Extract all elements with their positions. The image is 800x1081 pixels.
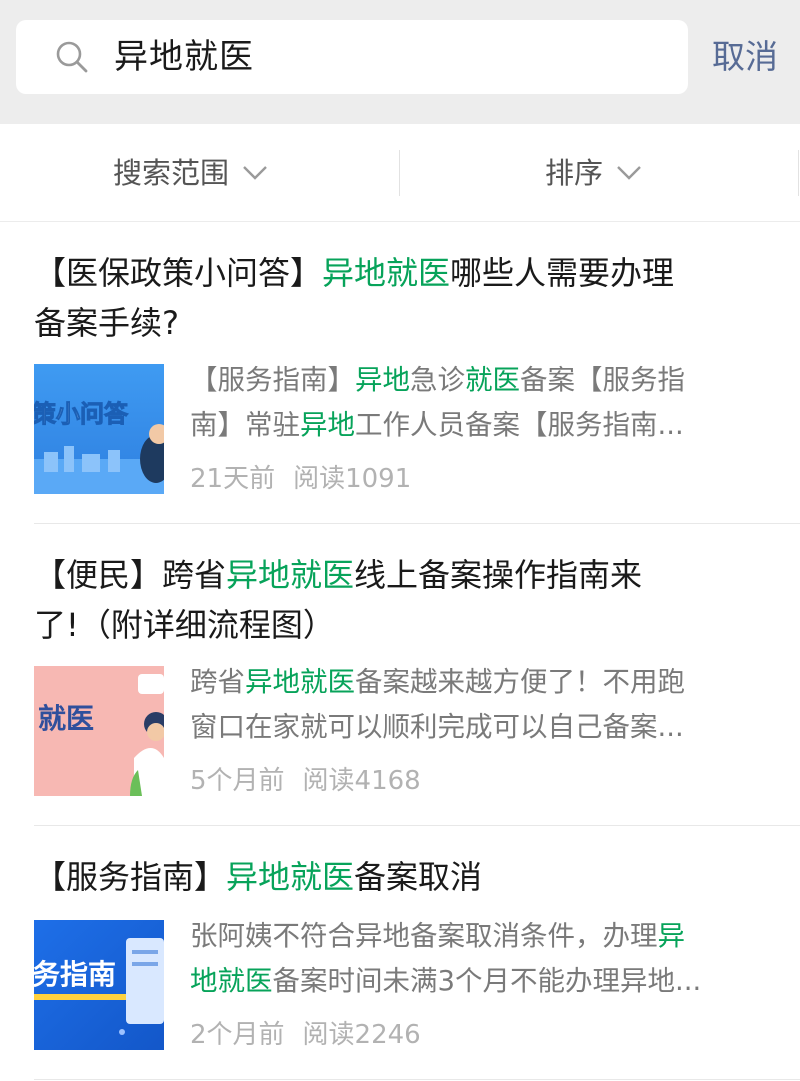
text-segment: 备案【服务指 xyxy=(520,364,685,396)
text-segment: 线上备案操作指南来 xyxy=(354,556,643,594)
text-segment: 备案时间未满3个月不能办理异地... xyxy=(272,965,702,997)
text-line: 【服务指南】异地急诊就医备案【服务指 xyxy=(190,358,762,403)
search-input[interactable]: 异地就医 xyxy=(16,20,688,94)
highlight-keyword: 异地就医 xyxy=(245,666,355,698)
highlight-keyword: 异地就医 xyxy=(322,254,451,292)
result-thumbnail: 就医 xyxy=(34,666,164,796)
text-segment: 【服务指南】 xyxy=(34,858,227,896)
search-query[interactable]: 异地就医 xyxy=(114,20,254,94)
result-reads: 阅读2246 xyxy=(302,1020,421,1050)
chevron-down-icon xyxy=(617,166,641,180)
text-line: 【便民】跨省异地就医线上备案操作指南来 xyxy=(34,550,764,600)
text-segment: 【便民】跨省 xyxy=(34,556,227,594)
text-line: 跨省异地就医备案越来越方便了！不用跑 xyxy=(190,660,762,705)
result-time: 5个月前 xyxy=(190,766,285,796)
result-reads: 阅读1091 xyxy=(293,464,412,494)
result-snippet: 张阿姨不符合异地备案取消条件，办理异 地就医备案时间未满3个月不能办理异地... xyxy=(190,914,762,1004)
result-meta: 2个月前 阅读2246 xyxy=(190,1014,439,1051)
search-result-item[interactable]: 【医保政策小问答】异地就医哪些人需要办理 备案手续? 策小问答 【服务指南】异地… xyxy=(0,222,800,524)
search-result-item[interactable]: 【服务指南】异地就医备案取消 务指南 张阿姨不符合异地备案取消条件，办理异 地就… xyxy=(0,826,800,1081)
search-header: 异地就医 取消 xyxy=(0,0,800,124)
text-line: 张阿姨不符合异地备案取消条件，办理异 xyxy=(190,914,762,959)
result-snippet: 【服务指南】异地急诊就医备案【服务指 南】常驻异地工作人员备案【服务指南... xyxy=(190,358,762,448)
text-segment: 哪些人需要办理 xyxy=(450,254,675,292)
text-segment: 备案取消 xyxy=(354,858,483,896)
result-reads: 阅读4168 xyxy=(302,766,421,796)
chevron-down-icon xyxy=(243,166,267,180)
highlight-keyword: 异 xyxy=(657,920,686,952)
text-segment: 【医保政策小问答】 xyxy=(34,254,323,292)
result-thumbnail: 策小问答 xyxy=(34,364,164,494)
text-segment: 【服务指南】 xyxy=(190,364,355,396)
thumb-text: 策小问答 xyxy=(34,400,129,428)
search-result-item[interactable]: 【便民】跨省异地就医线上备案操作指南来 了!（附详细流程图） 就医 跨省异地就医… xyxy=(0,524,800,826)
filter-divider xyxy=(399,150,400,196)
text-line: 【医保政策小问答】异地就医哪些人需要办理 xyxy=(34,248,764,298)
cancel-button[interactable]: 取消 xyxy=(712,20,778,94)
sort-label: 排序 xyxy=(545,156,604,190)
text-segment: 窗口在家就可以顺利完成可以自己备案... xyxy=(190,711,684,743)
highlight-keyword: 异地 xyxy=(300,409,355,441)
thumb-text: 务指南 xyxy=(34,959,116,990)
highlight-keyword: 地就医 xyxy=(190,965,273,997)
result-meta: 5个月前 阅读4168 xyxy=(190,760,439,797)
text-line: 【服务指南】异地就医备案取消 xyxy=(34,852,764,902)
highlight-keyword: 异地就医 xyxy=(226,556,355,594)
text-segment: 备案手续? xyxy=(34,304,179,342)
result-time: 21天前 xyxy=(190,464,276,494)
text-line: 窗口在家就可以顺利完成可以自己备案... xyxy=(190,705,762,750)
highlight-keyword: 就医 xyxy=(465,364,520,396)
text-segment: 跨省 xyxy=(190,666,245,698)
result-title: 【医保政策小问答】异地就医哪些人需要办理 备案手续? xyxy=(34,248,764,348)
result-meta: 21天前 阅读1091 xyxy=(190,458,429,495)
text-segment: 工作人员备案【服务指南... xyxy=(355,409,684,441)
result-time: 2个月前 xyxy=(190,1020,285,1050)
result-snippet: 跨省异地就医备案越来越方便了！不用跑 窗口在家就可以顺利完成可以自己备案... xyxy=(190,660,762,750)
text-line: 地就医备案时间未满3个月不能办理异地... xyxy=(190,959,762,1004)
text-segment: 备案越来越方便了！不用跑 xyxy=(355,666,685,698)
divider xyxy=(34,1079,800,1080)
filter-divider xyxy=(798,150,799,196)
text-segment: 急诊 xyxy=(410,364,465,396)
highlight-keyword: 异地 xyxy=(355,364,410,396)
search-icon xyxy=(56,41,88,73)
filter-bar: 搜索范围 排序 xyxy=(0,124,800,222)
result-thumbnail: 务指南 xyxy=(34,920,164,1050)
thumb-text: 就医 xyxy=(38,703,94,734)
result-title: 【便民】跨省异地就医线上备案操作指南来 了!（附详细流程图） xyxy=(34,550,764,650)
text-line: 南】常驻异地工作人员备案【服务指南... xyxy=(190,403,762,448)
highlight-keyword: 异地就医 xyxy=(226,858,355,896)
text-line: 了!（附详细流程图） xyxy=(34,600,764,650)
search-scope-label: 搜索范围 xyxy=(113,156,230,190)
sort-dropdown[interactable]: 排序 xyxy=(545,124,643,222)
text-segment: 南】常驻 xyxy=(190,409,300,441)
text-line: 备案手续? xyxy=(34,298,764,348)
search-scope-dropdown[interactable]: 搜索范围 xyxy=(113,124,269,222)
text-segment: 张阿姨不符合异地备案取消条件，办理 xyxy=(190,920,658,952)
text-segment: 了!（附详细流程图） xyxy=(34,606,335,644)
result-title: 【服务指南】异地就医备案取消 xyxy=(34,852,764,902)
